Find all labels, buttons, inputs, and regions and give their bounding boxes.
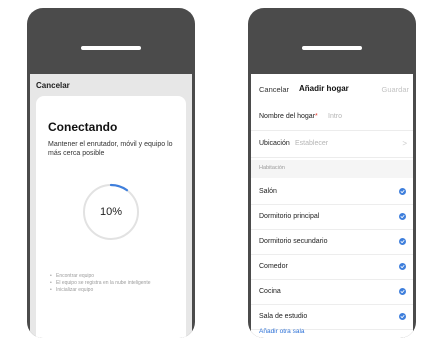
save-button[interactable]: Guardar <box>381 85 409 94</box>
connecting-screen: Cancelar Conectando Mantener el enrutado… <box>30 74 192 338</box>
checkmark-icon[interactable] <box>399 188 406 195</box>
room-row-salon[interactable]: Salón <box>251 180 413 205</box>
step-item: • Inicializar equipo <box>50 287 180 294</box>
progress-ring: 10% <box>80 181 142 243</box>
page-title: Añadir hogar <box>299 84 349 93</box>
home-name-label-text: Nombre del hogar <box>259 113 316 120</box>
rooms-header-label: Habitación <box>259 165 285 171</box>
room-name: Dormitorio principal <box>259 213 320 220</box>
chevron-right-icon: > <box>402 139 407 148</box>
checkmark-icon[interactable] <box>399 288 406 295</box>
location-row[interactable]: Ubicación Establecer > <box>251 131 413 158</box>
home-name-row[interactable]: Nombre del hogar* Intro <box>251 104 413 131</box>
cancel-button[interactable]: Cancelar <box>36 81 70 90</box>
room-row-dormitorio-principal[interactable]: Dormitorio principal <box>251 205 413 230</box>
room-row-comedor[interactable]: Comedor <box>251 255 413 280</box>
step-label: El equipo se registra en la nube intelig… <box>56 280 151 286</box>
location-label: Ubicación <box>259 140 290 147</box>
home-name-label: Nombre del hogar* <box>259 113 318 120</box>
cancel-button[interactable]: Cancelar <box>259 85 289 94</box>
checkmark-icon[interactable] <box>399 238 406 245</box>
home-name-input[interactable]: Intro <box>328 113 342 120</box>
room-name: Dormitorio secundario <box>259 238 328 245</box>
room-name: Cocina <box>259 288 281 295</box>
header-bar: Cancelar Añadir hogar Guardar <box>251 74 413 102</box>
phone-right: Cancelar Añadir hogar Guardar Nombre del… <box>248 8 416 338</box>
add-home-screen: Cancelar Añadir hogar Guardar Nombre del… <box>251 74 413 338</box>
step-item: • Encontrar equipo <box>50 273 180 280</box>
room-row-dormitorio-secundario[interactable]: Dormitorio secundario <box>251 230 413 255</box>
phone-speaker <box>302 46 362 50</box>
room-row-sala-de-estudio[interactable]: Sala de estudio <box>251 305 413 330</box>
connecting-description: Mantener el enrutador, móvil y equipo lo… <box>48 141 173 157</box>
room-row-cocina[interactable]: Cocina <box>251 280 413 305</box>
step-item: • El equipo se registra en la nube inteli… <box>50 280 180 287</box>
progress-percentage: 10% <box>99 206 123 218</box>
connecting-card: Conectando Mantener el enrutador, móvil … <box>36 96 186 338</box>
connection-steps: • Encontrar equipo • El equipo se registra… <box>50 273 180 294</box>
checkmark-icon[interactable] <box>399 313 406 320</box>
page-title: Conectando <box>48 120 118 134</box>
step-label: Encontrar equipo <box>56 273 95 279</box>
room-name: Comedor <box>259 263 288 270</box>
phone-speaker <box>81 46 141 50</box>
rooms-section-header: Habitación <box>251 160 413 178</box>
location-value: Establecer <box>295 140 329 147</box>
checkmark-icon[interactable] <box>399 213 406 220</box>
step-label: Inicializar equipo <box>56 287 94 293</box>
add-room-link[interactable]: Añadir otra sala <box>259 328 305 335</box>
room-name: Salón <box>259 188 277 195</box>
phone-left: Cancelar Conectando Mantener el enrutado… <box>27 8 195 338</box>
required-marker: * <box>315 113 318 120</box>
room-name: Sala de estudio <box>259 313 308 320</box>
checkmark-icon[interactable] <box>399 263 406 270</box>
